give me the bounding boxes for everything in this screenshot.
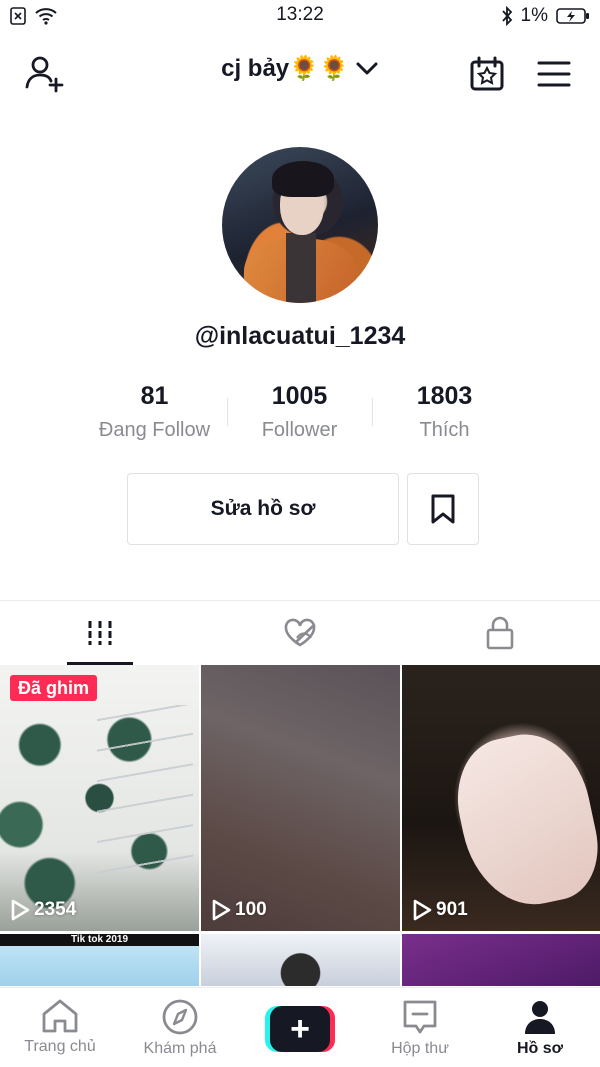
username: @inlacuatui_1234 [194, 322, 406, 350]
nav-discover-label: Khám phá [143, 1040, 217, 1057]
inbox-icon [403, 1000, 437, 1034]
followers-label: Follower [261, 419, 338, 441]
create-button[interactable]: + [265, 1006, 335, 1052]
hamburger-menu-icon [537, 61, 571, 87]
hidden-heart-icon [284, 618, 316, 647]
video-thumbnail[interactable]: Tik tok 2019 [0, 934, 199, 986]
status-time: 13:22 [276, 4, 324, 25]
followers-count: 1005 [271, 382, 328, 410]
compass-icon [162, 999, 198, 1035]
view-count-value: 100 [235, 899, 267, 920]
video-thumbnail[interactable]: Đã ghim 2354 [0, 665, 199, 931]
tab-videos[interactable] [0, 601, 200, 665]
video-grid: Đã ghim 2354 100 901 Tik tok 2019 [0, 665, 600, 987]
likes-count: 1803 [416, 382, 473, 410]
view-count-value: 2354 [34, 899, 77, 920]
profile-avatar[interactable] [222, 147, 378, 303]
play-icon [413, 899, 432, 921]
chevron-down-icon [356, 62, 378, 74]
video-thumbnail[interactable] [402, 934, 600, 986]
followers-stat[interactable]: 1005 Follower [227, 378, 372, 448]
plus-icon: + [290, 1009, 310, 1048]
menu-button[interactable] [530, 50, 578, 98]
video-banner-text: Tik tok 2019 [70, 934, 129, 945]
profile-icon [525, 1001, 555, 1034]
bottom-navigation: Trang chủ Khám phá + Hộp thư Hồ sơ [0, 987, 600, 1067]
nav-inbox-label: Hộp thư [391, 1040, 449, 1057]
nav-create[interactable]: + [240, 988, 360, 1067]
favorites-button[interactable] [407, 473, 479, 545]
bookmark-icon [431, 494, 455, 524]
view-count: 100 [211, 899, 267, 921]
account-name: cj bảy🌻🌻 [221, 55, 349, 82]
nav-home[interactable]: Trang chủ [0, 988, 120, 1067]
nav-profile-label: Hồ sơ [516, 1040, 564, 1057]
tab-liked[interactable] [200, 601, 400, 665]
nav-discover[interactable]: Khám phá [120, 988, 240, 1067]
creator-tools-button[interactable] [463, 50, 511, 98]
nav-home-label: Trang chủ [24, 1038, 96, 1055]
play-icon [212, 899, 231, 921]
video-thumbnail[interactable]: 100 [201, 665, 400, 931]
edit-profile-button[interactable]: Sửa hồ sơ [127, 473, 399, 545]
likes-stat[interactable]: 1803 Thích [372, 378, 517, 448]
following-count: 81 [140, 382, 169, 410]
calendar-star-icon [470, 56, 504, 91]
profile-tabs [0, 600, 600, 665]
likes-label: Thích [419, 419, 470, 441]
play-icon [11, 899, 30, 921]
video-thumbnail[interactable] [201, 934, 400, 986]
profile-header: cj bảy🌻🌻 [0, 40, 600, 106]
nav-profile[interactable]: Hồ sơ [480, 988, 600, 1067]
following-label: Đang Follow [98, 419, 211, 441]
grid-icon [88, 621, 112, 645]
lock-icon [486, 616, 514, 650]
view-count: 2354 [10, 899, 76, 921]
view-count-value: 901 [436, 899, 468, 920]
following-stat[interactable]: 81 Đang Follow [82, 378, 227, 448]
nav-inbox[interactable]: Hộp thư [360, 988, 480, 1067]
profile-stats: 81 Đang Follow 1005 Follower 1803 Thích [82, 378, 518, 448]
pinned-badge: Đã ghim [10, 675, 98, 701]
tab-private[interactable] [400, 601, 600, 665]
video-thumbnail[interactable]: 901 [402, 665, 600, 931]
status-bar: 13:22 1% [0, 0, 600, 32]
view-count: 901 [412, 899, 468, 921]
home-icon [42, 999, 78, 1033]
